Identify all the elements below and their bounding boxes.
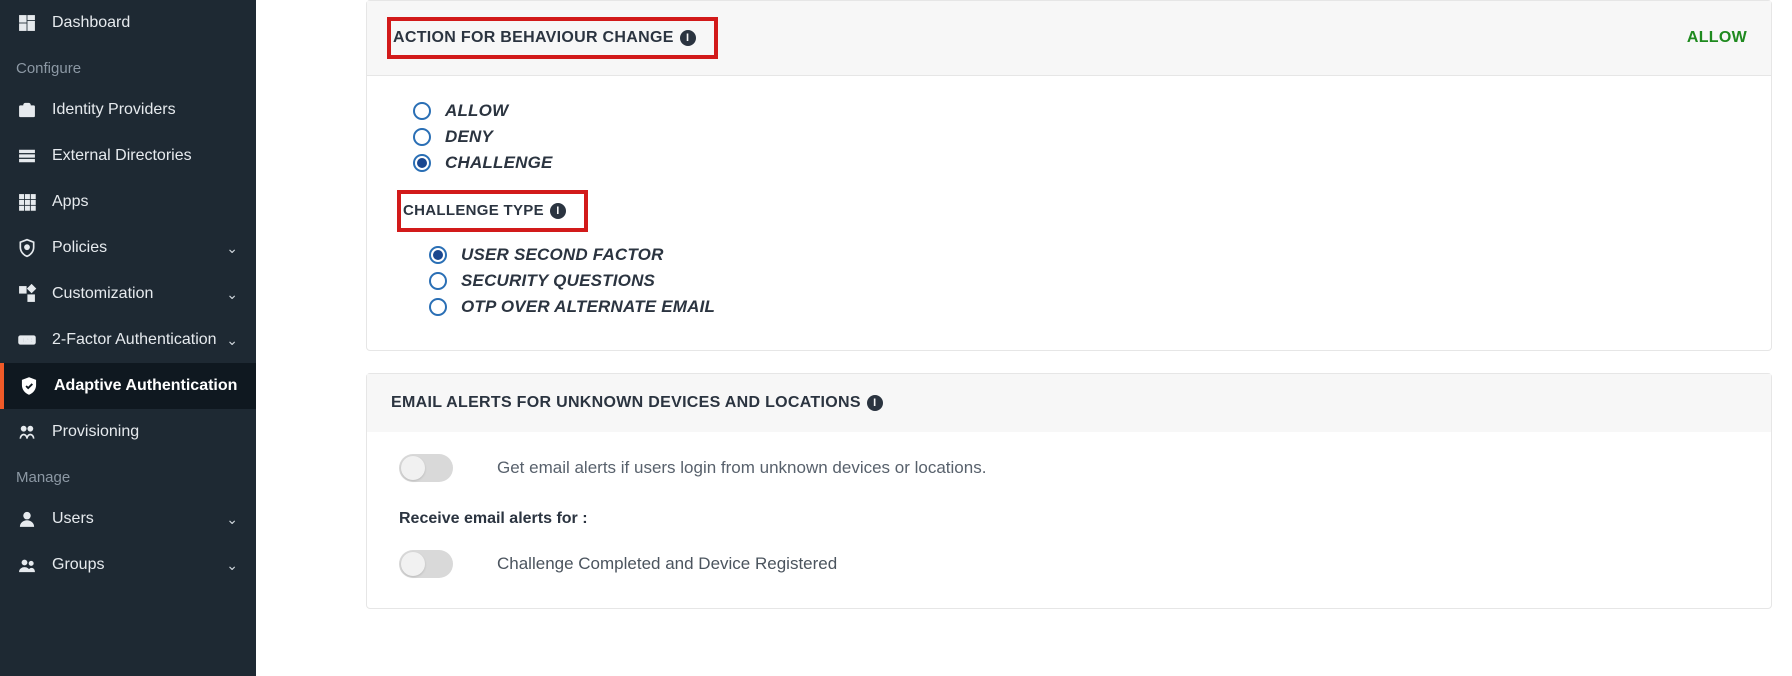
radio-icon [429,272,447,290]
sidebar-item-identity-providers[interactable]: Identity Providers [0,87,256,133]
chevron-down-icon: ⌄ [226,557,238,574]
list-icon [16,145,38,167]
sidebar-item-provisioning[interactable]: Provisioning [0,409,256,455]
panel-body: ALLOW DENY CHALLENGE CHALLENGE TYPE [367,76,1771,350]
panel-header: ACTION FOR BEHAVIOUR CHANGE i ALLOW [367,1,1771,76]
sidebar-item-policies[interactable]: Policies ⌄ [0,225,256,271]
users-swap-icon [16,421,38,443]
group-icon [16,554,38,576]
highlight-action-title: ACTION FOR BEHAVIOUR CHANGE i [387,17,718,59]
radio-icon [413,154,431,172]
sidebar-item-label: External Directories [52,147,238,165]
chevron-down-icon: ⌄ [226,511,238,528]
dashboard-icon [16,12,38,34]
sidebar-item-label: Identity Providers [52,101,238,119]
sidebar-item-label: Policies [52,239,226,257]
challenge-type-radio-group: USER SECOND FACTOR SECURITY QUESTIONS OT… [429,242,1747,320]
sidebar-item-label: 2-Factor Authentication [52,331,226,349]
sidebar-item-label: Adaptive Authentication [54,377,238,395]
sidebar-item-dashboard[interactable]: Dashboard [0,0,256,46]
sidebar-item-label: Apps [52,193,238,211]
sidebar-item-external-directories[interactable]: External Directories [0,133,256,179]
svg-text:123: 123 [21,338,32,345]
status-badge: ALLOW [1687,29,1747,47]
radio-icon [429,246,447,264]
chevron-down-icon: ⌄ [226,240,238,257]
radio-otp-alt-email[interactable]: OTP OVER ALTERNATE EMAIL [429,294,1747,320]
radio-challenge[interactable]: CHALLENGE [413,150,1747,176]
radio-label: SECURITY QUESTIONS [461,271,655,291]
radio-allow[interactable]: ALLOW [413,98,1747,124]
radio-label: OTP OVER ALTERNATE EMAIL [461,297,715,317]
toggle-row-unknown-devices: Get email alerts if users login from unk… [399,454,1747,482]
radio-label: ALLOW [445,101,508,121]
sidebar-item-label: Provisioning [52,423,238,441]
sidebar-section-manage: Manage [0,455,256,496]
sidebar-item-label: Customization [52,285,226,303]
toggle-label: Challenge Completed and Device Registere… [497,554,837,574]
panel-title: EMAIL ALERTS FOR UNKNOWN DEVICES AND LOC… [391,394,861,412]
highlight-challenge-type: CHALLENGE TYPE i [397,190,588,232]
challenge-type-heading: CHALLENGE TYPE [403,202,544,219]
shield-check-icon [18,375,40,397]
widgets-icon [16,283,38,305]
panel-title: ACTION FOR BEHAVIOUR CHANGE [393,29,674,47]
sidebar-item-label: Groups [52,556,226,574]
sidebar-item-users[interactable]: Users ⌄ [0,496,256,542]
chevron-down-icon: ⌄ [226,286,238,303]
radio-label: CHALLENGE [445,153,553,173]
radio-security-questions[interactable]: SECURITY QUESTIONS [429,268,1747,294]
radio-label: DENY [445,127,493,147]
radio-icon [429,298,447,316]
sidebar-item-label: Users [52,510,226,528]
info-icon[interactable]: i [867,395,883,411]
toggle-challenge-completed[interactable] [399,550,453,578]
sidebar-item-adaptive-auth[interactable]: Adaptive Authentication [0,363,256,409]
toggle-row-challenge-completed: Challenge Completed and Device Registere… [399,550,1747,578]
panel-email-alerts: EMAIL ALERTS FOR UNKNOWN DEVICES AND LOC… [366,373,1772,609]
sidebar: Dashboard Configure Identity Providers E… [0,0,256,676]
radio-icon [413,128,431,146]
user-icon [16,508,38,530]
panel-body: Get email alerts if users login from unk… [367,432,1771,608]
radio-icon [413,102,431,120]
radio-label: USER SECOND FACTOR [461,245,664,265]
sidebar-item-2fa[interactable]: 123 2-Factor Authentication ⌄ [0,317,256,363]
sidebar-item-apps[interactable]: Apps [0,179,256,225]
radio-deny[interactable]: DENY [413,124,1747,150]
sidebar-item-customization[interactable]: Customization ⌄ [0,271,256,317]
shield-icon [16,237,38,259]
sidebar-section-configure: Configure [0,46,256,87]
panel-header: EMAIL ALERTS FOR UNKNOWN DEVICES AND LOC… [367,374,1771,432]
number-icon: 123 [16,329,38,351]
main-content: ACTION FOR BEHAVIOUR CHANGE i ALLOW ALLO… [256,0,1792,676]
chevron-down-icon: ⌄ [226,332,238,349]
toggle-unknown-devices[interactable] [399,454,453,482]
info-icon[interactable]: i [550,203,566,219]
radio-user-second-factor[interactable]: USER SECOND FACTOR [429,242,1747,268]
grid-icon [16,191,38,213]
panel-action-behaviour: ACTION FOR BEHAVIOUR CHANGE i ALLOW ALLO… [366,0,1772,351]
sidebar-item-groups[interactable]: Groups ⌄ [0,542,256,588]
info-icon[interactable]: i [680,30,696,46]
sidebar-item-label: Dashboard [52,14,238,32]
action-radio-group: ALLOW DENY CHALLENGE [413,98,1747,176]
briefcase-icon [16,99,38,121]
toggle-label: Get email alerts if users login from unk… [497,458,986,478]
receive-alerts-heading: Receive email alerts for : [399,510,1747,528]
